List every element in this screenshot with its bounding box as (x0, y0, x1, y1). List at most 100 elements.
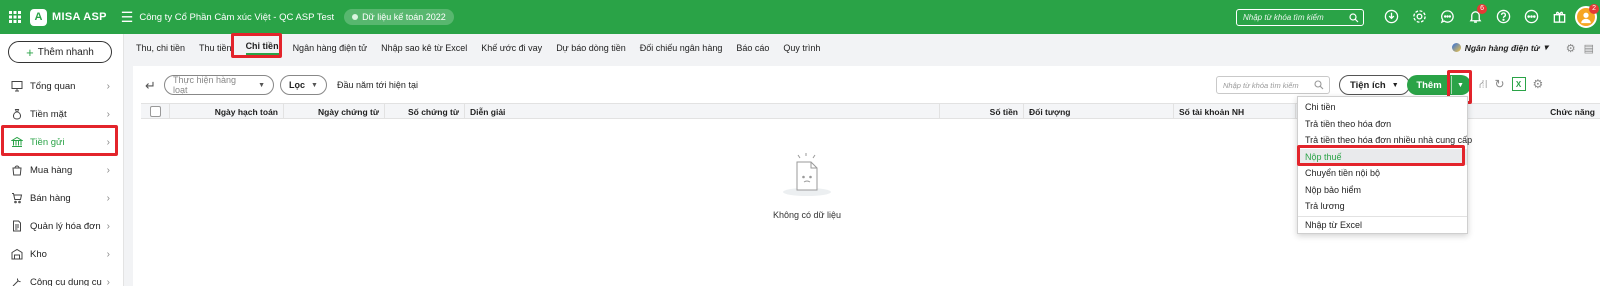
utility-button[interactable]: Tiện ích ▼ (1339, 75, 1410, 95)
tab-process[interactable]: Quy trình (783, 43, 820, 53)
column-header[interactable]: Ngày chứng từ (284, 104, 385, 119)
add-button[interactable]: Thêm ▼ (1407, 75, 1471, 95)
help-icon[interactable] (1494, 7, 1513, 26)
sidebar-item-purchase[interactable]: Mua hàng › (0, 156, 120, 184)
quick-add-label: Thêm nhanh (37, 46, 94, 58)
gift-icon[interactable] (1550, 7, 1569, 26)
tab-cashflow-forecast[interactable]: Dự báo dòng tiền (556, 43, 626, 53)
column-header[interactable]: Diễn giải (465, 104, 940, 119)
settings-gear-icon[interactable]: ⚙ (1533, 77, 1544, 93)
quick-add-button[interactable]: + Thêm nhanh (8, 41, 112, 63)
sidebar-item-label: Quản lý hóa đơn (30, 220, 101, 232)
sidebar-item-bank-deposit[interactable]: Tiền gửi › (0, 128, 120, 156)
menu-item-pay-insurance[interactable]: Nộp bảo hiểm (1298, 182, 1467, 198)
select-all-checkbox[interactable] (149, 106, 161, 117)
menu-item-pay-salary[interactable]: Trả lương (1298, 198, 1467, 214)
column-header[interactable]: Số tài khoản NH (1174, 104, 1296, 119)
sidebar-item-invoices[interactable]: Quản lý hóa đơn › (0, 212, 120, 240)
download-icon[interactable] (1382, 7, 1401, 26)
sidebar-item-warehouse[interactable]: Kho › (0, 240, 120, 268)
refresh-icon[interactable]: ↻ (1494, 77, 1504, 93)
more-options-icon[interactable] (1522, 7, 1541, 26)
chevron-right-icon: › (106, 80, 110, 92)
sidebar-item-label: Mua hàng (30, 164, 73, 176)
chevron-right-icon: › (106, 164, 110, 176)
top-bar: A MISA ASP ☰ Công ty Cổ Phần Cảm xúc Việ… (0, 0, 1600, 34)
caret-down-icon: ▼ (258, 81, 265, 89)
module-tabs: Thu, chi tiền Thu tiền Chi tiền Ngân hàn… (124, 34, 1600, 62)
utility-label: Tiện ích (1350, 79, 1386, 91)
add-dropdown-toggle[interactable]: ▼ (1451, 76, 1469, 94)
data-year-label: Dữ liệu kế toán 2022 (362, 12, 446, 22)
tab-import-statement[interactable]: Nhập sao kê từ Excel (381, 43, 467, 53)
chevron-right-icon: › (106, 276, 110, 286)
empty-state: Không có dữ liệu (133, 150, 1473, 220)
filter-label: Lọc (289, 80, 306, 90)
bulk-action-select[interactable]: Thực hiện hàng loạt ▼ (164, 75, 274, 95)
menu-item-import-excel[interactable]: Nhập từ Excel (1298, 217, 1467, 233)
chat-icon[interactable] (1438, 7, 1457, 26)
money-bag-icon (10, 107, 24, 121)
menu-item-payment[interactable]: Chi tiền (1298, 99, 1467, 115)
sidebar-item-tools[interactable]: Công cụ dụng cụ › (0, 268, 120, 286)
layout-icon[interactable]: ▤ (1584, 42, 1594, 55)
filter-button[interactable]: Lọc ▼ (280, 75, 327, 95)
column-header[interactable]: Số chứng từ (385, 104, 465, 119)
tab-receipts-payments[interactable]: Thu, chi tiền (136, 43, 185, 53)
app-grid-icon[interactable] (0, 0, 30, 34)
column-header[interactable]: Đối tượng (1024, 104, 1174, 119)
settings-gear-icon[interactable] (1410, 7, 1429, 26)
tab-payments[interactable]: Chi tiền (245, 41, 279, 55)
chevron-right-icon: › (106, 108, 110, 120)
chevron-right-icon: › (106, 136, 110, 148)
logo-mark: A (30, 8, 47, 26)
column-header[interactable]: Chức năng (1476, 104, 1600, 119)
avatar-count: 2 (1589, 4, 1599, 14)
company-switcher[interactable]: ☰ Công ty Cổ Phần Cảm xúc Việt - QC ASP … (121, 10, 334, 24)
add-menu: Chi tiền Trả tiền theo hóa đơn Trả tiền … (1297, 96, 1472, 234)
menu-item-pay-by-invoice[interactable]: Trả tiền theo hóa đơn (1298, 116, 1467, 132)
workflow-icon[interactable]: ⛙ (1479, 77, 1487, 93)
sidebar-item-label: Tiền mặt (30, 108, 67, 120)
global-search-input[interactable]: Nhập từ khóa tìm kiếm (1236, 9, 1364, 26)
status-dot-icon (352, 14, 359, 20)
tab-e-banking[interactable]: Ngân hàng điện tử (293, 43, 368, 53)
column-header[interactable]: Ngày hạch toán (170, 104, 284, 119)
menu-item-internal-transfer[interactable]: Chuyển tiền nội bộ (1298, 165, 1467, 181)
warehouse-icon (10, 247, 24, 261)
menu-item-pay-tax[interactable]: Nộp thuế (1298, 149, 1467, 165)
excel-export-icon[interactable]: X (1511, 77, 1526, 91)
notification-bell-icon[interactable]: 6 (1466, 4, 1487, 26)
tab-receipts[interactable]: Thu tiền (199, 43, 232, 53)
panel-search-input[interactable]: Nhập từ khóa tìm kiếm (1216, 76, 1330, 94)
tab-bank-reconciliation[interactable]: Đối chiếu ngân hàng (640, 43, 723, 53)
search-icon (1314, 80, 1324, 90)
sidebar-item-overview[interactable]: Tổng quan › (0, 72, 120, 100)
column-header[interactable]: Số tiền (940, 104, 1024, 119)
chevron-right-icon: › (106, 192, 110, 204)
sidebar-item-cash[interactable]: Tiền mặt › (0, 100, 120, 128)
period-text: Đầu năm tới hiện tại (337, 80, 418, 90)
data-year-badge[interactable]: Dữ liệu kế toán 2022 (344, 9, 454, 25)
notification-count: 6 (1477, 4, 1487, 14)
return-arrow-icon[interactable]: ↵ (145, 78, 156, 94)
tab-reports[interactable]: Báo cáo (736, 43, 769, 53)
tab-loan-contracts[interactable]: Khế ước đi vay (481, 43, 542, 53)
sidebar-item-sales[interactable]: Bán hàng › (0, 184, 120, 212)
e-banking-select[interactable]: Ngân hàng điện tử ▾ (1451, 42, 1548, 53)
bulk-action-placeholder: Thực hiện hàng loạt (173, 75, 237, 95)
chevron-right-icon: › (106, 220, 110, 232)
sidebar-item-label: Kho (30, 248, 47, 260)
bank-icon (10, 135, 24, 149)
settings-gear-icon[interactable]: ⚙ (1566, 42, 1576, 55)
e-banking-select-label: Ngân hàng điện tử (1464, 42, 1540, 53)
search-icon (1349, 13, 1359, 23)
menu-item-pay-multiple-suppliers[interactable]: Trả tiền theo hóa đơn nhiều nhà cung cấp (1298, 132, 1472, 148)
caret-down-icon: ▼ (1391, 81, 1399, 89)
app-logo[interactable]: A MISA ASP (30, 8, 107, 26)
empty-state-text: Không có dữ liệu (772, 210, 842, 220)
monitor-icon (10, 79, 24, 93)
user-avatar[interactable]: 2 (1575, 4, 1599, 28)
cart-icon (10, 191, 24, 205)
caret-down-icon: ▾ (1543, 42, 1548, 52)
